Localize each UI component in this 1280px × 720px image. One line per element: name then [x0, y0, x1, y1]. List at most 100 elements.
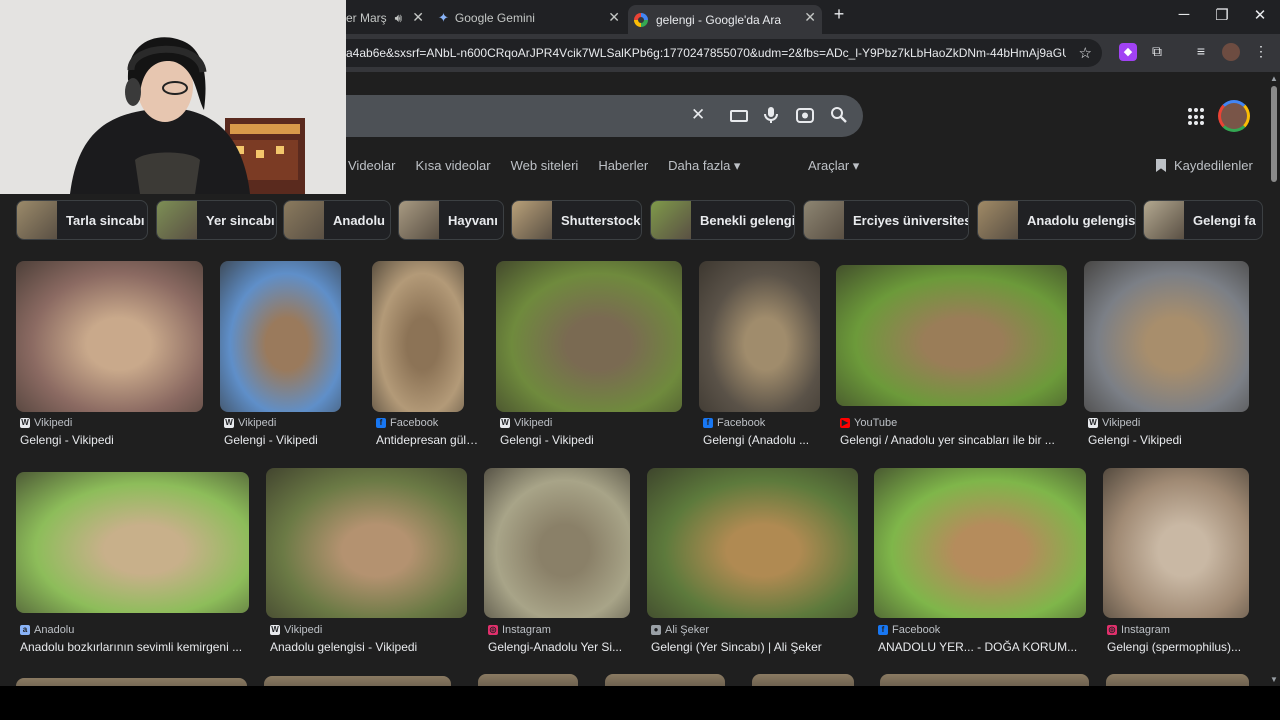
related-chip[interactable]: Erciyes üniversitesi	[803, 200, 969, 240]
result-thumbnail[interactable]	[16, 678, 247, 686]
result-source[interactable]: ◎ Instagram	[1107, 624, 1170, 636]
minimize-button[interactable]: ─	[1174, 6, 1194, 23]
related-chip[interactable]: Anadolu	[283, 200, 391, 240]
result-source[interactable]: W Vikipedi	[224, 417, 276, 429]
result-title[interactable]: Gelengi / Anadolu yer sincabları ile bir…	[840, 433, 1067, 447]
bookmark-star-icon[interactable]: ☆	[1079, 44, 1092, 62]
result-thumbnail[interactable]	[1103, 468, 1249, 618]
result-source[interactable]: W Vikipedi	[20, 417, 72, 429]
chip-label: Benekli gelengi	[700, 212, 795, 228]
result-thumbnail[interactable]	[699, 261, 820, 412]
result-title[interactable]: Gelengi - Vikipedi	[500, 433, 682, 447]
tab-short-videos[interactable]: Kısa videolar	[415, 158, 490, 174]
facebook-icon: f	[376, 418, 386, 428]
tab-google-search[interactable]: gelengi - Google'da Ara ✕	[628, 5, 822, 34]
result-thumbnail[interactable]	[266, 468, 467, 618]
result-thumbnail[interactable]	[220, 261, 341, 412]
result-source[interactable]: f Facebook	[878, 624, 940, 636]
result-title[interactable]: Gelengi (spermophilus)...	[1107, 640, 1249, 654]
keyboard-icon[interactable]	[730, 110, 748, 122]
tab-websites[interactable]: Web siteleri	[511, 158, 579, 174]
scroll-thumb[interactable]	[1271, 86, 1277, 182]
chip-thumbnail	[1144, 201, 1184, 239]
result-source[interactable]: ◎ Instagram	[488, 624, 551, 636]
result-source[interactable]: a Anadolu	[20, 624, 74, 636]
related-chip[interactable]: Benekli gelengi	[650, 200, 795, 240]
new-tab-button[interactable]: +	[829, 4, 849, 25]
result-thumbnail[interactable]	[264, 676, 451, 686]
camera-search-icon[interactable]	[796, 106, 814, 129]
profile-avatar[interactable]	[1222, 43, 1240, 61]
close-icon[interactable]: ✕	[804, 9, 816, 26]
media-control-icon[interactable]: ≡	[1192, 43, 1210, 61]
tools-button[interactable]: Araçlar ▾	[808, 158, 859, 174]
result-title[interactable]: ANADOLU YER... - DOĞA KORUM...	[878, 640, 1086, 654]
account-avatar[interactable]	[1218, 100, 1250, 132]
result-thumbnail[interactable]	[16, 472, 249, 613]
result-title[interactable]: Antidepresan gülü...	[376, 433, 482, 447]
result-thumbnail[interactable]	[372, 261, 464, 412]
tab-music[interactable]: er Marş 🔊︎ ✕	[346, 5, 430, 31]
gemini-icon: ✦	[438, 10, 449, 25]
extension-icon[interactable]: ◆	[1119, 43, 1137, 61]
close-window-button[interactable]: ✕	[1250, 6, 1270, 24]
related-chip[interactable]: Shutterstock	[511, 200, 642, 240]
result-thumbnail[interactable]	[647, 468, 858, 618]
result-thumbnail[interactable]	[1084, 261, 1249, 412]
result-title[interactable]: Gelengi (Anadolu ...	[703, 433, 820, 447]
chip-label: Anadolu gelengisi	[1027, 212, 1136, 228]
related-chip[interactable]: Hayvanı	[398, 200, 504, 240]
tab-videos[interactable]: Videolar	[348, 158, 395, 174]
result-thumbnail[interactable]	[1106, 674, 1249, 686]
result-source[interactable]: W Vikipedi	[270, 624, 322, 636]
scroll-up-icon[interactable]: ▲	[1270, 74, 1278, 83]
close-icon[interactable]: ✕	[412, 9, 424, 26]
related-chip[interactable]: Anadolu gelengisi	[977, 200, 1136, 240]
search-icon[interactable]	[830, 106, 848, 129]
result-thumbnail[interactable]	[880, 674, 1089, 686]
result-source[interactable]: f Facebook	[703, 417, 765, 429]
result-title[interactable]: Gelengi - Vikipedi	[1088, 433, 1249, 447]
result-source[interactable]: ▶ YouTube	[840, 417, 897, 429]
result-thumbnail[interactable]	[605, 674, 725, 686]
microphone-icon[interactable]	[764, 106, 778, 129]
saved-button[interactable]: Kaydedilenler	[1156, 158, 1253, 173]
tab-more[interactable]: Daha fazla ▾	[668, 158, 740, 174]
puzzle-icon[interactable]: ⧉	[1148, 43, 1166, 61]
result-thumbnail[interactable]	[874, 468, 1086, 618]
menu-dots-icon[interactable]: ⋮	[1252, 43, 1270, 61]
chip-thumbnail	[399, 201, 439, 239]
result-title[interactable]: Gelengi - Vikipedi	[224, 433, 341, 447]
wikipedia-icon: W	[20, 418, 30, 428]
result-title[interactable]: Gelengi (Yer Sincabı) | Ali Şeker	[651, 640, 858, 654]
result-source[interactable]: f Facebook	[376, 417, 438, 429]
scroll-down-icon[interactable]: ▼	[1270, 675, 1278, 684]
related-chip[interactable]: Yer sincabı	[156, 200, 277, 240]
result-thumbnail[interactable]	[836, 265, 1067, 406]
result-thumbnail[interactable]	[484, 468, 630, 618]
related-chip[interactable]: Gelengi fa	[1143, 200, 1263, 240]
result-title[interactable]: Anadolu bozkırlarının sevimli kemirgeni …	[20, 640, 249, 654]
related-chip[interactable]: Tarla sincabı	[16, 200, 148, 240]
result-source[interactable]: W Vikipedi	[1088, 417, 1140, 429]
tab-gemini[interactable]: ✦ Google Gemini ✕	[430, 5, 626, 31]
result-thumbnail[interactable]	[496, 261, 682, 412]
result-title[interactable]: Anadolu gelengisi - Vikipedi	[270, 640, 467, 654]
result-title[interactable]: Gelengi - Vikipedi	[20, 433, 203, 447]
address-bar[interactable]: a4ab6e&sxsrf=ANbL-n600CRqoArJPR4Vcik7WLS…	[330, 39, 1102, 67]
close-icon[interactable]: ✕	[608, 9, 620, 26]
result-title[interactable]: Gelengi-Anadolu Yer Si...	[488, 640, 630, 654]
result-thumbnail[interactable]	[16, 261, 203, 412]
apps-grid-icon[interactable]	[1188, 108, 1206, 126]
result-source[interactable]: W Vikipedi	[500, 417, 552, 429]
clear-button[interactable]: ✕	[691, 105, 705, 125]
scrollbar[interactable]: ▲ ▼	[1268, 72, 1280, 686]
maximize-button[interactable]: ❐	[1212, 6, 1232, 24]
chip-thumbnail	[804, 201, 844, 239]
tab-news[interactable]: Haberler	[598, 158, 648, 174]
result-thumbnail[interactable]	[752, 674, 854, 686]
result-source[interactable]: ● Ali Şeker	[651, 624, 709, 636]
search-input[interactable]: ✕	[320, 95, 863, 137]
chip-thumbnail	[284, 201, 324, 239]
result-thumbnail[interactable]	[478, 674, 578, 686]
